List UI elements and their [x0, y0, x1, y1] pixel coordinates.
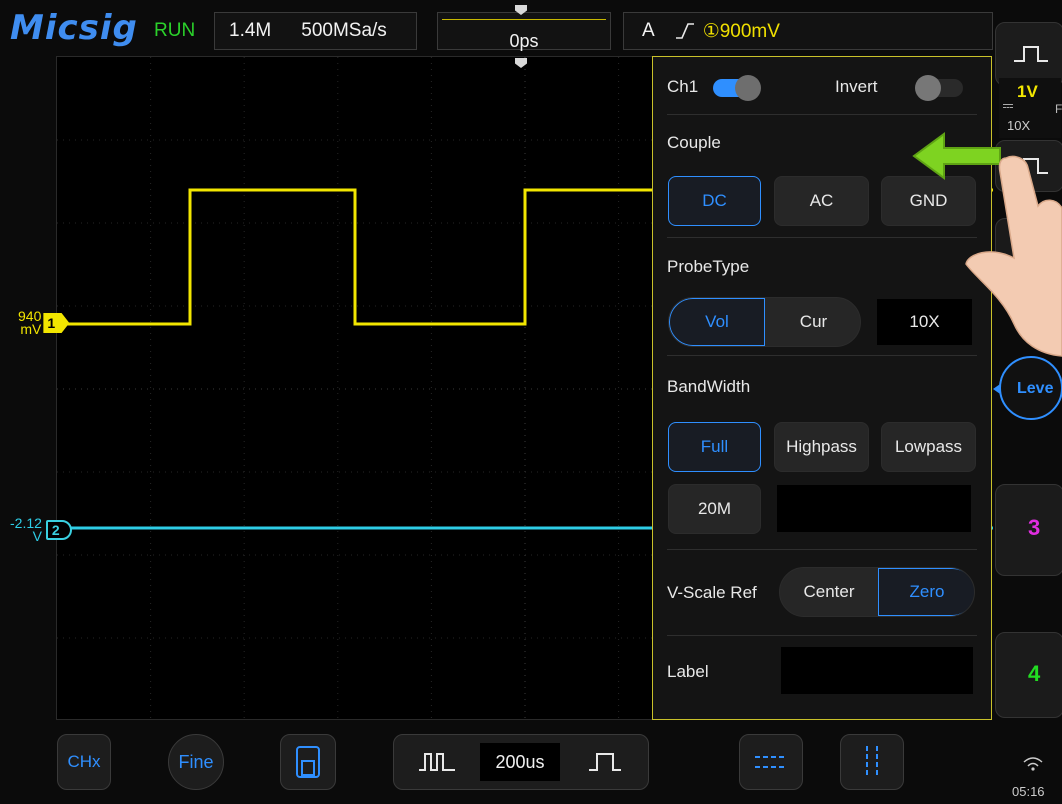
ch1-scale: 1V [1017, 82, 1038, 101]
ch3-label: 3 [1028, 515, 1041, 540]
ch1-flag: 1 [43, 313, 70, 333]
right-button-strip: 1V F 10X Leve 3 4 [993, 0, 1062, 804]
memory-position-bar [442, 19, 606, 20]
bandwidth-title: BandWidth [667, 377, 751, 396]
divider [667, 114, 977, 115]
channel-toggle[interactable] [712, 74, 761, 101]
status-bar: Micsig RUN 1.4M 500MSa/s 0ps A ①900mV [0, 0, 1062, 56]
ch4-button[interactable]: 4 [995, 632, 1062, 718]
bandwidth-value-box[interactable] [777, 485, 971, 532]
bandwidth-highpass-button[interactable]: Highpass [774, 422, 869, 472]
pulse-train-icon [418, 753, 455, 771]
channel-label: Ch1 [667, 77, 699, 96]
rising-edge-icon [675, 23, 694, 39]
invert-toggle[interactable] [915, 75, 963, 101]
channel-row: Ch1 Invert [667, 74, 977, 101]
timebase-compress-button[interactable] [394, 735, 479, 789]
fine-button[interactable]: Fine [168, 734, 224, 790]
ch1-coupling-letter: F [1055, 102, 1062, 116]
trigger-info[interactable]: A ①900mV [623, 12, 993, 50]
ch2-flag: 2 [45, 520, 72, 540]
swipe-hand-gesture-icon [912, 132, 1062, 357]
bandwidth-full-button[interactable]: Full [668, 422, 761, 472]
toggle-knob [915, 75, 941, 101]
vscale-segment: Center Zero [779, 567, 975, 617]
probe-vol-option[interactable]: Vol [669, 298, 765, 346]
ch1-offset-marker[interactable]: 940 mV 1 [18, 308, 70, 337]
label-input[interactable] [781, 647, 973, 694]
invert-label: Invert [835, 77, 878, 96]
timebase-expand-button[interactable] [562, 735, 648, 789]
divider [667, 549, 977, 550]
chx-button[interactable]: CHx [57, 734, 111, 790]
probetype-segment: Vol Cur [668, 297, 861, 347]
time-offset: 0ps [509, 31, 539, 51]
brand-logo: Micsig [10, 8, 138, 48]
vertical-cursor-icon [866, 746, 878, 778]
ch2-offset-marker[interactable]: -2.12 V 2 [10, 515, 72, 544]
clock: 05:16 [1012, 784, 1045, 799]
save-icon [296, 746, 320, 778]
vscale-zero-option[interactable]: Zero [878, 568, 974, 616]
divider [667, 635, 977, 636]
vscale-center-option[interactable]: Center [780, 568, 878, 616]
bandwidth-20m-button[interactable]: 20M [668, 484, 761, 534]
dc-icon-dashes [1003, 107, 1013, 109]
trigger-source: A [642, 20, 655, 41]
couple-ac-button[interactable]: AC [774, 176, 869, 226]
probe-cur-option[interactable]: Cur [765, 298, 860, 346]
pulse-icon [589, 753, 621, 771]
horizontal-cursor-button[interactable] [739, 734, 803, 790]
level-label: Leve [1017, 380, 1054, 397]
couple-dc-button[interactable]: DC [668, 176, 761, 226]
vertical-cursor-button[interactable] [840, 734, 904, 790]
memory-depth: 1.4M [229, 20, 272, 41]
bandwidth-lowpass-button[interactable]: Lowpass [881, 422, 976, 472]
save-button[interactable] [280, 734, 336, 790]
sample-rate: 500MSa/s [301, 20, 387, 41]
horizontal-cursor-icon [755, 756, 787, 768]
ch2-offset-label: -2.12 V [10, 515, 42, 544]
wifi-icon [1023, 757, 1043, 771]
timebase-control: 200us [393, 734, 649, 790]
ch1-offset-label: 940 mV [18, 308, 42, 337]
ch1-pulse-button[interactable] [995, 22, 1062, 86]
run-state[interactable]: RUN [154, 20, 195, 42]
ch4-label: 4 [1028, 661, 1041, 686]
toggle-knob [734, 74, 761, 101]
trigger-level: ①900mV [702, 20, 780, 42]
dc-icon [1003, 104, 1013, 105]
ch3-button[interactable]: 3 [995, 484, 1062, 576]
timebase-value: 200us [480, 743, 560, 781]
time-offset-box[interactable]: 0ps [437, 12, 611, 51]
pulse-icon [1014, 46, 1048, 62]
acquisition-info[interactable]: 1.4M 500MSa/s [214, 12, 417, 50]
